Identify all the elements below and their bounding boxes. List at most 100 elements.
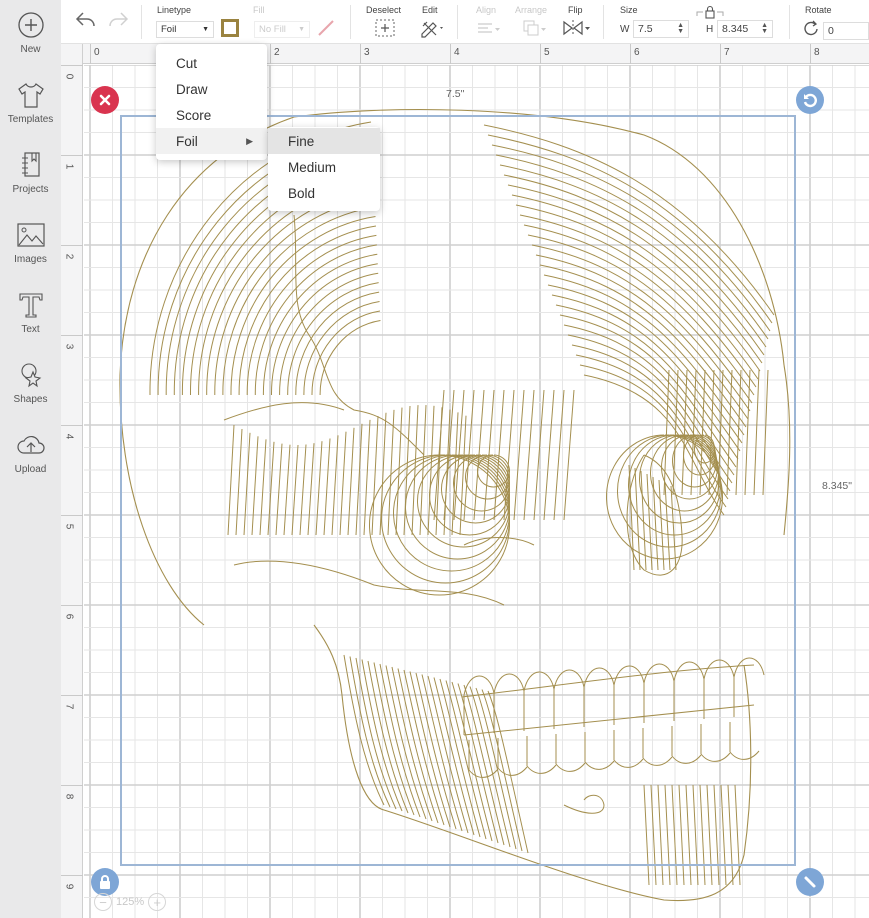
tshirt-icon [17,83,44,108]
ruler-tick-label: 5 [544,47,550,58]
sidebar-label: Templates [7,114,54,125]
ruler-tick-label: 1 [63,163,75,170]
ruler-major-tick [61,515,83,516]
linetype-color-swatch[interactable] [221,19,239,37]
text-t-icon [18,293,43,318]
selection-height-label: 8.345" [822,480,853,492]
ruler-tick-label: 3 [63,343,75,350]
sidebar-label: New [20,44,41,55]
width-label: W [620,24,630,35]
submenu-item-label: Fine [288,133,315,149]
cloud-upload-icon [16,435,45,454]
sidebar-item-shapes[interactable]: Shapes [0,360,61,428]
ruler-major-tick [360,44,361,64]
arrange-icon[interactable] [522,19,548,37]
linetype-select[interactable]: Foil ▼ [156,21,214,38]
sidebar-item-images[interactable]: Images [0,220,61,288]
ruler-tick-label: 6 [63,613,75,620]
stepper-icon[interactable]: ▲ ▼ [677,22,684,35]
rotate-icon [803,93,817,108]
swatch-inner [224,22,236,34]
deselect-label: Deselect [366,5,402,15]
zoom-in-button[interactable]: + [148,893,167,911]
left-sidebar: New Templates Projects Images Text Shape… [0,0,61,918]
ruler-major-tick [720,44,721,64]
height-label: H [706,24,714,35]
ruler-major-tick [630,44,631,64]
ruler-major-tick [61,335,83,336]
fill-value: No Fill [259,24,286,35]
divider [603,5,604,39]
lock-handle[interactable] [91,868,119,896]
ruler-major-tick [61,695,83,696]
delete-handle[interactable] [91,86,119,114]
flip-label: Flip [568,5,583,15]
sidebar-label: Projects [12,184,49,195]
lock-proportions-icon[interactable] [695,4,725,20]
foil-submenu: Fine Medium Bold [268,127,380,211]
menu-item-label: Score [176,107,212,123]
menu-item-cut[interactable]: Cut [156,50,267,76]
ruler-major-tick [61,425,83,426]
rotate-handle[interactable] [796,86,824,114]
submenu-item-label: Bold [288,185,316,201]
rotate-input[interactable]: 0 [823,22,869,40]
sidebar-item-upload[interactable]: Upload [0,430,61,498]
submenu-item-medium[interactable]: Medium [268,154,380,180]
fill-color-none-icon[interactable] [317,19,335,37]
submenu-item-fine[interactable]: Fine [268,128,380,154]
ruler-major-tick [61,65,83,66]
divider [141,5,142,39]
close-icon [99,94,111,106]
fill-select[interactable]: No Fill ▼ [254,21,310,38]
ruler-vertical: 0 1 2 3 4 5 6 7 8 9 [61,44,83,918]
sidebar-item-text[interactable]: Text [0,290,61,358]
menu-item-score[interactable]: Score [156,102,267,128]
stepper-icon[interactable]: ▲ ▼ [761,22,768,35]
sidebar-item-projects[interactable]: Projects [0,150,61,218]
menu-item-foil[interactable]: Foil ▶ [156,128,267,154]
zoom-level: 125% [116,896,145,908]
ruler-tick-label: 6 [634,47,640,58]
ruler-tick-label: 2 [63,253,75,260]
flip-icon[interactable] [562,19,592,37]
height-input[interactable]: 8.345 ▲ ▼ [717,20,773,38]
design-canvas[interactable]: 7.5" 8.345" − 125% + [84,65,869,918]
selection-bounding-box[interactable] [120,115,796,866]
edit-tools-icon[interactable] [419,18,447,38]
ruler-tick-label: 2 [274,47,280,58]
ruler-major-tick [450,44,451,64]
ruler-major-tick [61,245,83,246]
sidebar-label: Images [14,254,47,265]
width-input[interactable]: 7.5 ▲ ▼ [633,20,689,38]
shapes-icon [20,363,41,388]
ruler-major-tick [810,44,811,64]
ruler-major-tick [270,44,271,64]
align-icon[interactable] [476,21,502,37]
align-label: Align [476,5,497,15]
deselect-icon[interactable] [375,19,395,37]
linetype-menu: Cut Draw Score Foil ▶ [156,44,267,160]
rotate-label: Rotate [805,5,832,15]
ruler-tick-label: 7 [63,703,75,710]
ruler-major-tick [61,785,83,786]
redo-icon[interactable] [107,11,129,29]
undo-icon[interactable] [75,11,97,29]
menu-item-draw[interactable]: Draw [156,76,267,102]
ruler-tick-label: 7 [724,47,730,58]
arrange-label: Arrange [515,5,548,15]
fill-label: Fill [253,5,265,15]
lock-icon [100,875,110,889]
ruler-major-tick [61,155,83,156]
zoom-out-button[interactable]: − [94,893,112,911]
resize-handle[interactable] [796,868,824,896]
menu-item-label: Cut [176,55,198,71]
sidebar-item-new[interactable]: New [0,10,61,78]
linetype-label: Linetype [157,5,192,15]
rotate-value: 0 [828,25,834,37]
submenu-item-bold[interactable]: Bold [268,180,380,206]
ruler-tick-label: 4 [63,433,75,440]
caret-down-icon: ▼ [298,26,305,33]
divider [457,5,458,39]
sidebar-item-templates[interactable]: Templates [0,80,61,148]
